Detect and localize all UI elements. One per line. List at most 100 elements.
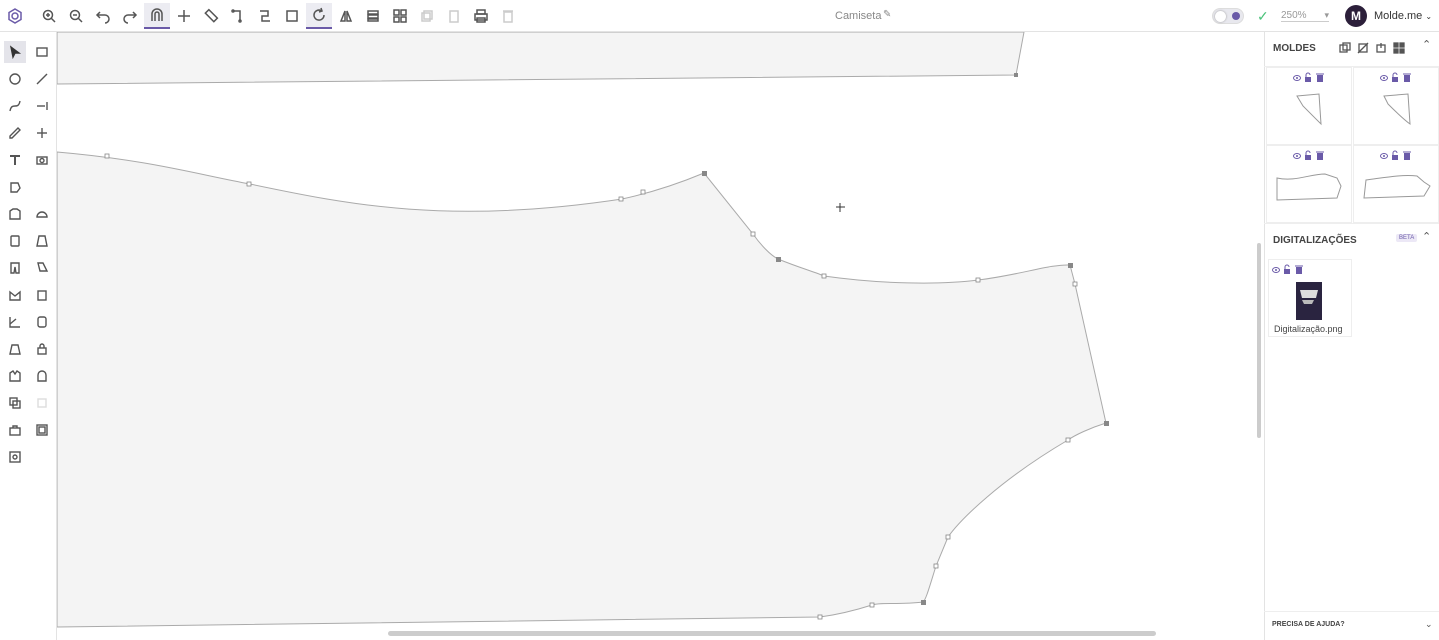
saved-check-icon: ✓	[1257, 8, 1269, 24]
magnet-icon[interactable]	[144, 3, 170, 29]
delete-icon[interactable]	[495, 3, 521, 29]
chevron-down-icon: ⌄	[1425, 12, 1433, 21]
undo-icon[interactable]	[90, 3, 116, 29]
moldes-actions	[1339, 42, 1405, 54]
bag-icon[interactable]	[4, 419, 26, 441]
moon-icon	[1232, 12, 1240, 20]
hood-icon[interactable]	[31, 365, 53, 387]
piece-card[interactable]	[1266, 67, 1352, 145]
piece-card-actions[interactable]	[1293, 72, 1329, 84]
piece-tool-icon[interactable]	[4, 176, 26, 198]
scan-thumbnail	[1296, 282, 1322, 320]
mirror-icon[interactable]	[333, 3, 359, 29]
corner-icon[interactable]	[225, 3, 251, 29]
drawing-canvas[interactable]	[57, 32, 1257, 640]
piece-card-actions[interactable]	[1380, 150, 1416, 162]
collar-icon[interactable]	[4, 284, 26, 306]
dress-icon[interactable]	[31, 230, 53, 252]
import-icon[interactable]	[1375, 42, 1387, 54]
ruler-icon[interactable]	[198, 3, 224, 29]
rectangle-tool-icon[interactable]	[31, 41, 53, 63]
add-point-icon[interactable]	[171, 3, 197, 29]
duplicate-piece-icon[interactable]	[4, 392, 26, 414]
app-logo-icon[interactable]	[2, 3, 28, 29]
scan-card[interactable]: Digitalização.png	[1268, 259, 1352, 337]
theme-toggle[interactable]	[1212, 8, 1244, 24]
zoom-out-icon[interactable]	[63, 3, 89, 29]
camera-tool-icon[interactable]	[31, 149, 53, 171]
angle-tool-icon[interactable]	[4, 311, 26, 333]
collapse-digitalizacoes-icon[interactable]: ⌃	[1422, 230, 1431, 243]
pattern-piece-top[interactable]	[57, 32, 1025, 85]
redo-icon[interactable]	[117, 3, 143, 29]
piece-card[interactable]	[1353, 67, 1439, 145]
hide-all-icon[interactable]	[1357, 42, 1369, 54]
user-menu[interactable]: Molde.me ⌄	[1374, 10, 1432, 22]
crosshair-cursor-icon	[836, 203, 845, 212]
pencil-tool-icon[interactable]	[4, 122, 26, 144]
copy-piece-icon[interactable]	[1339, 42, 1351, 54]
user-name: Molde.me	[1374, 10, 1423, 22]
select-tool-icon[interactable]	[4, 41, 26, 63]
vertical-scrollbar[interactable]	[1257, 243, 1261, 438]
tools-sidebar	[0, 32, 57, 640]
copy-icon[interactable]	[414, 3, 440, 29]
horizontal-scrollbar[interactable]	[388, 631, 1156, 636]
help-link[interactable]: PRECISA DE AJUDA?	[1272, 621, 1345, 628]
zoom-in-icon[interactable]	[36, 3, 62, 29]
merge-piece-icon[interactable]	[31, 392, 53, 414]
scan-icon[interactable]	[4, 446, 26, 468]
extend-tool-icon[interactable]	[31, 95, 53, 117]
grid-view-icon[interactable]	[1393, 42, 1405, 54]
toggle-knob	[1215, 11, 1226, 22]
paste-icon[interactable]	[441, 3, 467, 29]
zoom-select[interactable]: 250% ▾	[1281, 10, 1329, 22]
shirt-front-icon[interactable]	[4, 203, 26, 225]
pants-icon[interactable]	[4, 257, 26, 279]
edit-title-icon[interactable]: ✎	[883, 9, 891, 20]
sleeve-icon[interactable]	[31, 257, 53, 279]
top-toolbar: Camiseta ✎ ✓ 250% ▾ M Molde.me ⌄	[0, 0, 1439, 32]
piece-thumbnail	[1383, 93, 1411, 126]
piece-card-actions[interactable]	[1380, 72, 1416, 84]
grid-icon[interactable]	[387, 3, 413, 29]
chevron-down-icon[interactable]: ⌄	[1425, 619, 1433, 630]
piece-card[interactable]	[1353, 145, 1439, 223]
piece-thumbnail	[1363, 175, 1431, 199]
piece-thumbnail	[1296, 93, 1322, 126]
circle-tool-icon[interactable]	[4, 68, 26, 90]
print-icon[interactable]	[468, 3, 494, 29]
document-title[interactable]: Camiseta	[835, 10, 881, 22]
chevron-down-icon: ▾	[1324, 10, 1329, 20]
pattern-piece-main[interactable]	[57, 151, 1107, 628]
avatar[interactable]: M	[1345, 5, 1367, 27]
skirt-icon[interactable]	[4, 338, 26, 360]
pocket-icon[interactable]	[31, 284, 53, 306]
collapse-moldes-icon[interactable]: ⌃	[1422, 38, 1431, 51]
cuff-icon[interactable]	[31, 311, 53, 333]
point-tool-icon[interactable]	[31, 122, 53, 144]
layers-icon[interactable]	[360, 3, 386, 29]
bodice-icon[interactable]	[4, 230, 26, 252]
frame-icon[interactable]	[31, 419, 53, 441]
piece-card[interactable]	[1266, 145, 1352, 223]
rotate-icon[interactable]	[306, 3, 332, 29]
curve-tool-icon[interactable]	[4, 95, 26, 117]
rectangle-select-icon[interactable]	[279, 3, 305, 29]
lock-piece-icon[interactable]	[31, 338, 53, 360]
scan-card-actions[interactable]	[1272, 264, 1308, 276]
hat-icon[interactable]	[31, 203, 53, 225]
digitalizacoes-title: DIGITALIZAÇÕES	[1273, 235, 1357, 246]
jacket-icon[interactable]	[4, 365, 26, 387]
beta-badge: BETA	[1396, 234, 1418, 242]
text-tool-icon[interactable]	[4, 149, 26, 171]
piece-thumbnail	[1276, 173, 1342, 201]
divider	[1264, 223, 1439, 224]
moldes-title: MOLDES	[1273, 43, 1316, 54]
zoom-level: 250%	[1281, 10, 1307, 21]
divider	[1264, 611, 1439, 612]
curve-path-icon[interactable]	[252, 3, 278, 29]
piece-card-actions[interactable]	[1293, 150, 1329, 162]
scan-file-name: Digitalização.png	[1274, 324, 1343, 334]
line-tool-icon[interactable]	[31, 68, 53, 90]
